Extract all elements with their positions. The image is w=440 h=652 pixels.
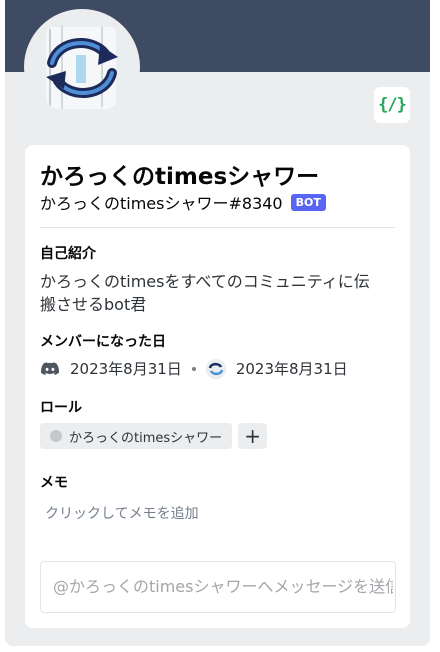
member-since-title: メンバーになった日 — [40, 334, 166, 350]
roles-title: ロール — [40, 400, 82, 416]
profile-card: かろっくのtimesシャワー かろっくのtimesシャワー#8340 BOT 自… — [25, 145, 410, 628]
note-title: メモ — [40, 475, 68, 491]
server-join-date: 2023年8月31日 — [235, 360, 348, 378]
username-tag: かろっくのtimesシャワー#8340 — [40, 194, 283, 213]
note-input[interactable]: クリックしてメモを追加 — [45, 503, 199, 523]
divider — [40, 227, 395, 228]
developer-badge[interactable]: {/} — [374, 87, 410, 123]
user-profile-popout: {/} かろっくのtimesシャワー かろっくのtimesシャワー#8340 B… — [5, 0, 430, 646]
username-row: かろっくのtimesシャワー#8340 BOT — [40, 190, 326, 214]
avatar[interactable] — [32, 17, 132, 117]
message-input[interactable] — [41, 562, 393, 610]
discord-icon — [41, 361, 59, 375]
role-pill[interactable]: かろっくのtimesシャワー — [40, 423, 233, 449]
role-label: かろっくのtimesシャワー — [69, 430, 223, 446]
message-box[interactable] — [40, 561, 396, 613]
member-since-row: 2023年8月31日 2023年8月31日 — [40, 358, 348, 379]
avatar-frame — [24, 9, 140, 125]
discord-join-date: 2023年8月31日 — [70, 360, 182, 378]
bot-badge: BOT — [290, 193, 326, 211]
shower-avatar-icon — [32, 17, 132, 117]
about-text: かろっくのtimesをすべてのコミュニティに伝搬させるbot君 — [40, 272, 370, 314]
server-icon — [205, 358, 226, 379]
separator-dot — [191, 366, 196, 371]
roles-list: かろっくのtimesシャワー + — [40, 423, 268, 449]
display-name: かろっくのtimesシャワー — [40, 164, 320, 190]
add-role-button[interactable]: + — [238, 423, 268, 449]
about-title: 自己紹介 — [40, 246, 96, 262]
code-braces-icon: {/} — [378, 95, 407, 115]
role-color-dot — [50, 430, 62, 442]
